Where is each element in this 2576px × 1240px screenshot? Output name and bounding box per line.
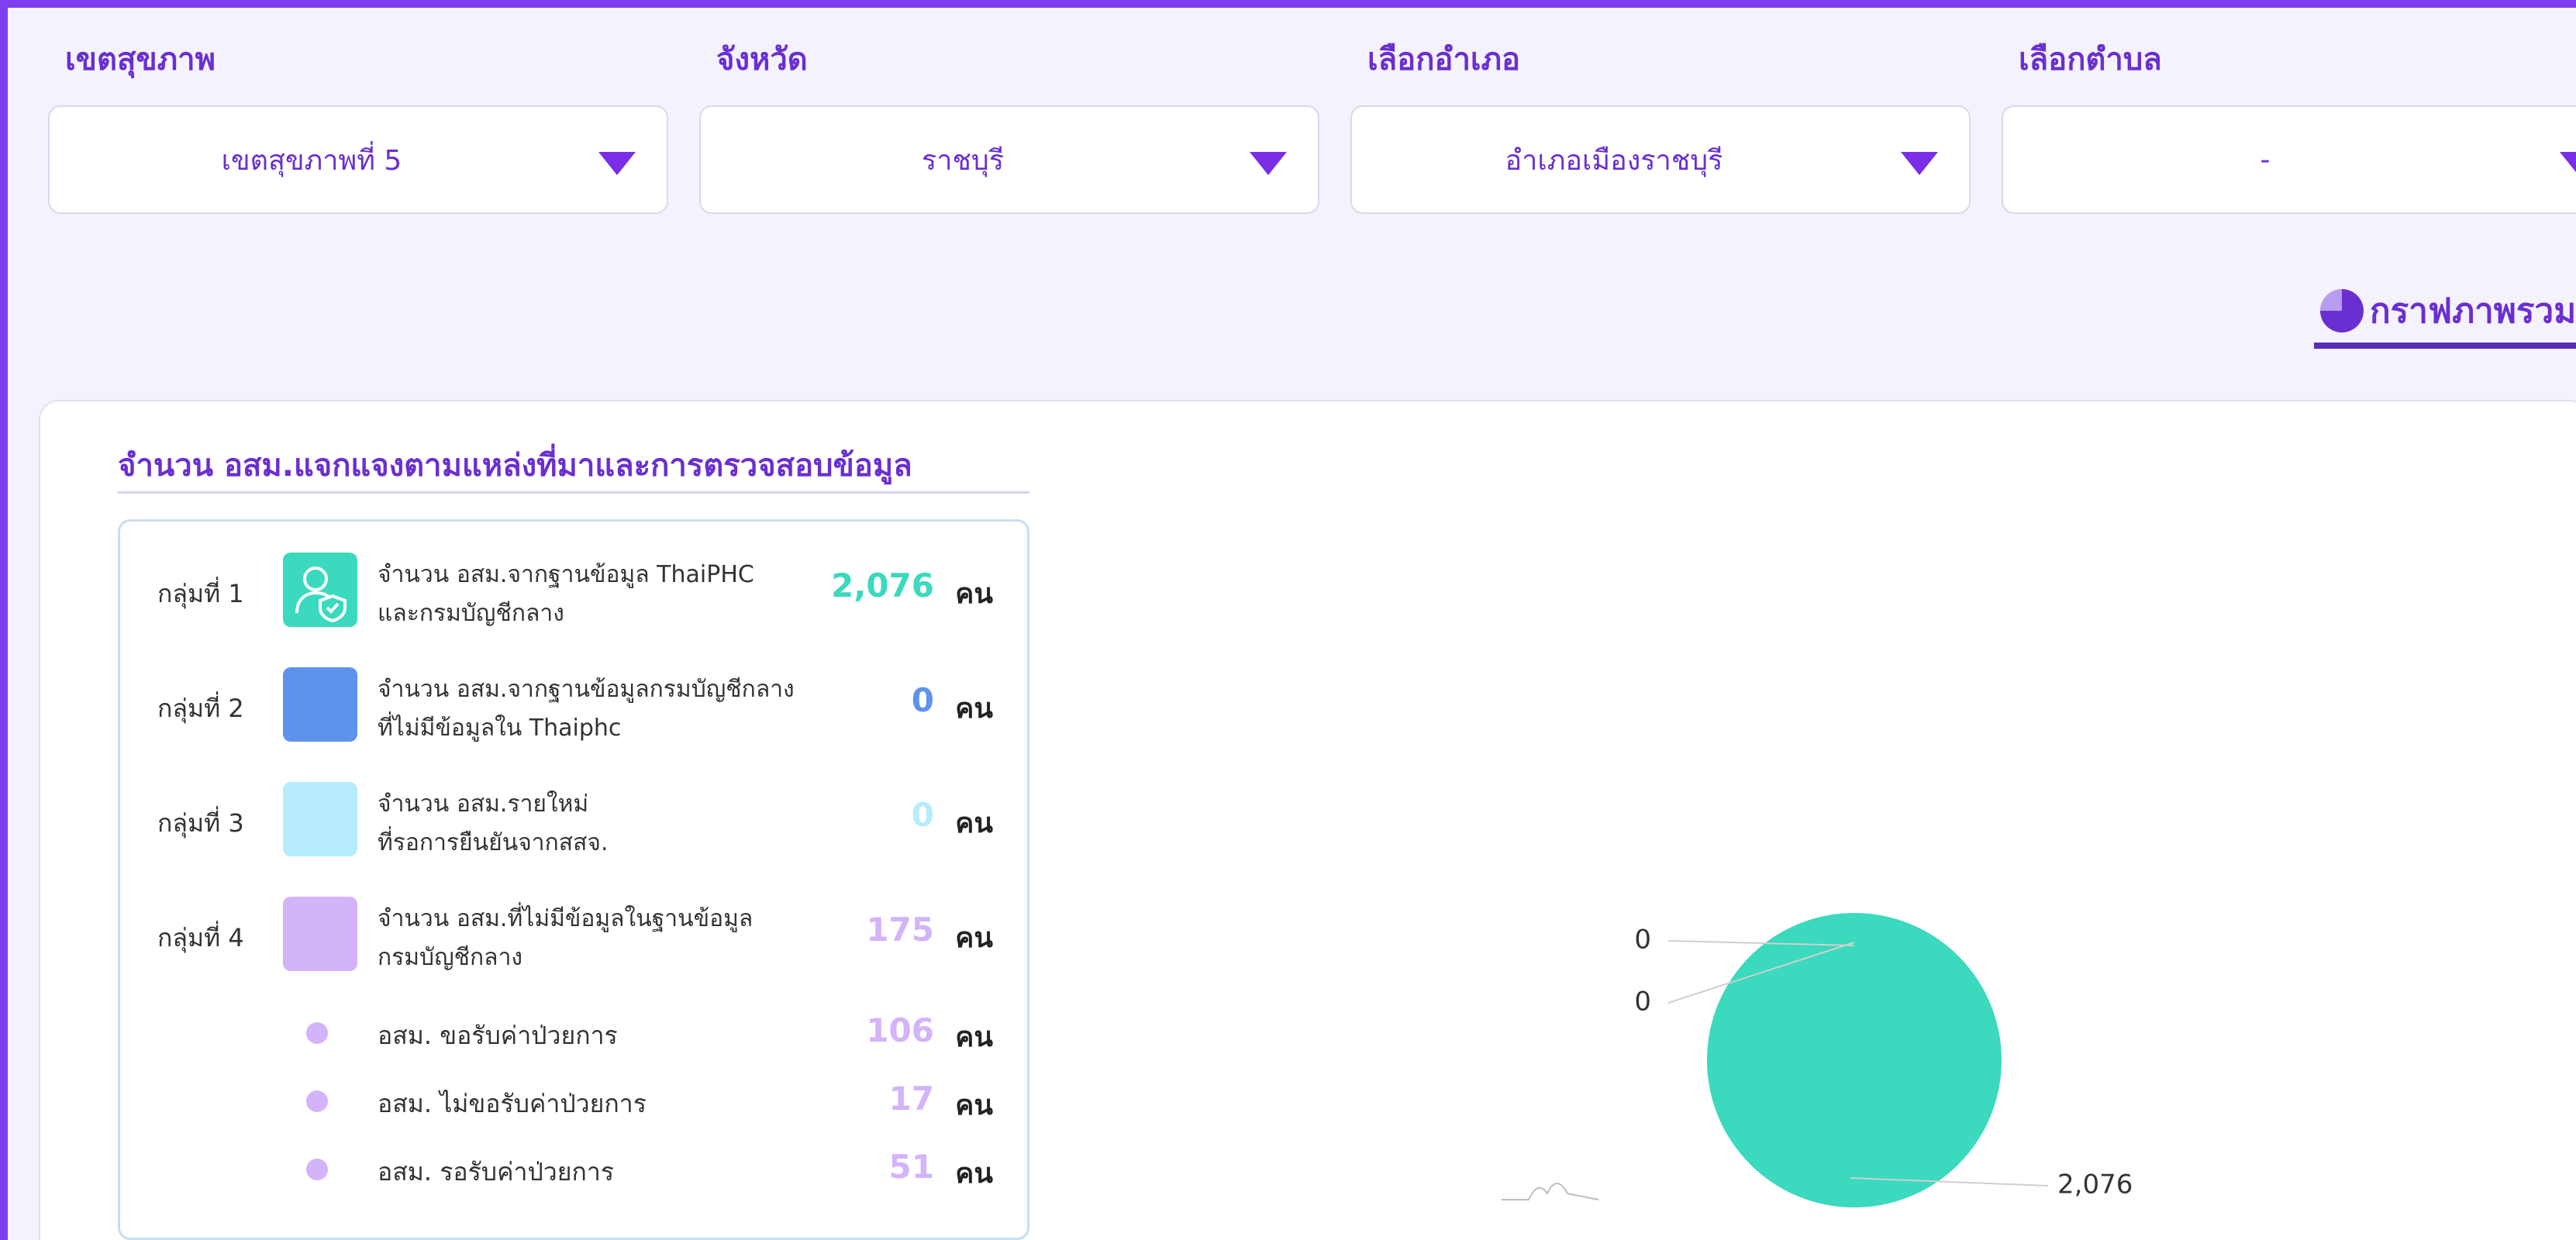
group-count: 175 xyxy=(866,911,934,949)
sub-item-label: อสม. รอรับค่าป่วยการ xyxy=(378,1157,615,1187)
data-label: 0 xyxy=(1634,987,1651,1018)
unit-label: คน xyxy=(955,1021,993,1053)
sub-item: อสม. รอรับค่าป่วยการ 51 คน xyxy=(120,1142,1027,1196)
pie-chart: 0 0 2,076 xyxy=(1502,913,2133,1207)
filter-label-subdistrict: เลือกตำบล xyxy=(2019,42,2162,78)
sub-item-label: อสม. ขอรับค่าป่วยการ xyxy=(378,1021,618,1050)
caret-down-icon xyxy=(1250,152,1287,175)
group-swatch xyxy=(283,782,357,856)
group-desc-line2: ที่ไม่มีข้อมูลใน Thaiphc xyxy=(378,715,622,742)
group-label: กลุ่มที่ 3 xyxy=(157,808,244,838)
sub-item-count: 17 xyxy=(888,1080,934,1118)
group-description: จำนวน อสม.ที่ไม่มีข้อมูลในฐานข้อมูล กรมบ… xyxy=(378,900,858,977)
group-row: กลุ่มที่ 1 จำนวน อสม.จากฐานข้อมูล ThaiPH… xyxy=(120,551,1027,629)
sub-item: อสม. ขอรับค่าป่วยการ 106 คน xyxy=(120,1005,1027,1059)
subdistrict-select[interactable]: - xyxy=(2002,105,2576,214)
caret-down-icon xyxy=(2560,152,2576,175)
unit-label: คน xyxy=(955,1158,993,1190)
group-label: กลุ่มที่ 4 xyxy=(157,923,244,952)
group-desc-line1: จำนวน อสม.รายใหม่ xyxy=(378,790,589,818)
group-label: กลุ่มที่ 2 xyxy=(157,694,244,723)
group-count: 0 xyxy=(911,681,934,719)
app-frame: เขตสุขภาพ จังหวัด เลือกอำเภอ เลือกตำบล เ… xyxy=(8,8,2576,1240)
caret-down-icon xyxy=(1901,152,1938,175)
group-desc-line2: ที่รอการยืนยันจากสสจ. xyxy=(378,829,609,856)
group-desc-line1: จำนวน อสม.ที่ไม่มีข้อมูลในฐานข้อมูล xyxy=(378,905,753,932)
bullet-dot-icon xyxy=(306,1090,328,1112)
unit-label: คน xyxy=(955,922,993,954)
region-select-value: เขตสุขภาพที่ 5 xyxy=(221,144,402,177)
bullet-dot-icon xyxy=(306,1159,328,1180)
tab-overview-chart[interactable]: กราฟภาพรวม xyxy=(2314,279,2576,349)
group-row: กลุ่มที่ 2 จำนวน อสม.จากฐานข้อมูลกรมบัญช… xyxy=(120,666,1027,743)
group-desc-line1: จำนวน อสม.จากฐานข้อมูลกรมบัญชีกลาง xyxy=(378,676,795,703)
province-select[interactable]: ราชบุรี xyxy=(699,105,1319,214)
group-label: กลุ่มที่ 1 xyxy=(157,579,244,608)
group-swatch xyxy=(283,667,357,742)
caret-down-icon xyxy=(598,152,636,175)
summary-card: จำนวน อสม.แจกแจงตามแหล่งที่มาและการตรวจส… xyxy=(39,400,2576,1240)
pie-chart-icon xyxy=(2320,289,2364,332)
sub-item-count: 51 xyxy=(888,1148,934,1186)
group-desc-line1: จำนวน อสม.จากฐานข้อมูล ThaiPHC xyxy=(378,561,754,588)
unit-label: คน xyxy=(955,693,993,725)
group-count: 2,076 xyxy=(831,567,934,604)
wave-icon xyxy=(1502,1183,1599,1200)
unit-label: คน xyxy=(955,578,993,610)
sub-item-count: 106 xyxy=(866,1011,934,1049)
title-divider xyxy=(118,491,1029,494)
region-select[interactable]: เขตสุขภาพที่ 5 xyxy=(48,105,668,214)
group-desc-line2: และกรมบัญชีกลาง xyxy=(378,600,564,627)
sub-item-label: อสม. ไม่ขอรับค่าป่วยการ xyxy=(378,1089,647,1118)
district-select[interactable]: อำเภอเมืองราชบุรี xyxy=(1350,105,1971,214)
filter-label-province: จังหวัด xyxy=(716,42,808,78)
pie-slice[interactable] xyxy=(1707,913,2002,1207)
group-row: กลุ่มที่ 4 จำนวน อสม.ที่ไม่มีข้อมูลในฐาน… xyxy=(120,895,1027,973)
unit-label: คน xyxy=(955,808,993,839)
group-row: กลุ่มที่ 3 จำนวน อสม.รายใหม่ ที่รอการยืน… xyxy=(120,780,1027,858)
user-shield-icon xyxy=(283,553,357,627)
tab-overview-label: กราฟภาพรวม xyxy=(2370,291,2576,331)
group-description: จำนวน อสม.จากฐานข้อมูลกรมบัญชีกลาง ที่ไม… xyxy=(378,670,858,748)
data-label: 2,076 xyxy=(2057,1169,2133,1200)
group-count: 0 xyxy=(911,796,934,834)
filter-label-district: เลือกอำเภอ xyxy=(1367,42,1520,78)
card-title: จำนวน อสม.แจกแจงตามแหล่งที่มาและการตรวจส… xyxy=(118,448,912,484)
pie-chart-area: 0 0 2,076 xyxy=(1048,518,2521,1240)
district-select-value: อำเภอเมืองราชบุรี xyxy=(1505,144,1723,177)
group-description: จำนวน อสม.รายใหม่ ที่รอการยืนยันจากสสจ. xyxy=(378,785,858,863)
filter-label-region: เขตสุขภาพ xyxy=(65,42,216,78)
group-desc-line2: กรมบัญชีกลาง xyxy=(378,944,523,971)
sub-item: อสม. ไม่ขอรับค่าป่วยการ 17 คน xyxy=(120,1073,1027,1128)
subdistrict-select-value: - xyxy=(2260,143,2271,176)
data-label: 0 xyxy=(1634,925,1651,956)
group-swatch xyxy=(283,897,357,971)
group-description: จำนวน อสม.จากฐานข้อมูล ThaiPHC และกรมบัญ… xyxy=(378,556,858,633)
bullet-dot-icon xyxy=(306,1022,328,1044)
province-select-value: ราชบุรี xyxy=(921,144,1005,177)
legend-box: กลุ่มที่ 1 จำนวน อสม.จากฐานข้อมูล ThaiPH… xyxy=(118,519,1029,1240)
unit-label: คน xyxy=(955,1090,993,1121)
